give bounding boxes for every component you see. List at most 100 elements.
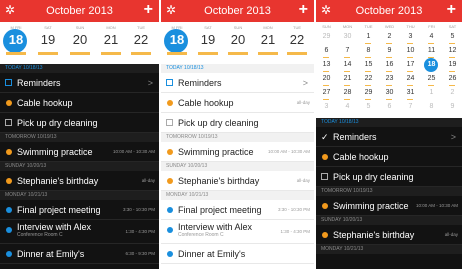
day-cell[interactable]: MON 21	[253, 22, 283, 64]
event-row[interactable]: Dinner at Emily's 6:30 - 9:30 PM	[0, 244, 159, 264]
event-row[interactable]: Cable hookup all-day	[161, 93, 314, 113]
day-number: 17	[406, 61, 415, 68]
event-row[interactable]: Stephanie's birthday all-day	[0, 171, 159, 191]
event-title: Interview with Alex	[178, 222, 253, 232]
month-day-selected[interactable]: 18	[421, 58, 442, 74]
month-day[interactable]: 26	[442, 74, 462, 88]
month-day[interactable]: 1	[358, 32, 379, 46]
month-day[interactable]: 29	[316, 32, 337, 46]
weekday-label: SUN	[233, 25, 243, 30]
month-day[interactable]: 5	[442, 32, 462, 46]
day-cell[interactable]: TUE 22	[126, 22, 156, 64]
month-day[interactable]: 28	[337, 88, 358, 102]
day-number: 6	[324, 47, 329, 54]
month-day[interactable]: 19	[442, 60, 462, 74]
month-day[interactable]: 3	[400, 32, 421, 46]
month-day[interactable]: 8	[421, 102, 442, 116]
event-row[interactable]: Cable hookup	[0, 93, 159, 113]
month-day[interactable]: 20	[316, 74, 337, 88]
day-cell-selected[interactable]: M FRI 18	[1, 22, 31, 64]
month-day[interactable]: 22	[358, 74, 379, 88]
month-day[interactable]: 14	[337, 60, 358, 74]
checkbox-icon[interactable]	[5, 119, 12, 126]
reminder-row[interactable]: Pick up dry cleaning	[316, 167, 462, 187]
event-title: Stephanie's birthday	[333, 230, 415, 240]
month-day[interactable]: 13	[316, 60, 337, 74]
day-cell-selected[interactable]: M FRI 18	[162, 22, 192, 64]
month-day[interactable]: 6	[379, 102, 400, 116]
busy-tick	[365, 85, 371, 86]
event-row[interactable]: Stephanie's birthday all-day	[316, 225, 462, 245]
month-day[interactable]: 16	[379, 60, 400, 74]
month-day[interactable]: 23	[379, 74, 400, 88]
day-number: 5	[450, 33, 455, 40]
month-day[interactable]: 3	[316, 102, 337, 116]
day-cell[interactable]: SUN 20	[65, 22, 95, 64]
event-time: 1:30 - 4:30 PM	[125, 229, 155, 234]
checkbox-icon	[166, 79, 173, 86]
month-day[interactable]: 4	[337, 102, 358, 116]
event-row[interactable]: Swimming practice 10:00 AM - 10:30 AM	[316, 196, 462, 216]
month-day[interactable]: 5	[358, 102, 379, 116]
month-day[interactable]: 8	[358, 46, 379, 60]
weekday-label: SAT	[448, 24, 457, 29]
reminders-row[interactable]: Reminders >	[161, 73, 314, 93]
month-day[interactable]: 21	[337, 74, 358, 88]
month-day[interactable]: 2	[379, 32, 400, 46]
event-row[interactable]: Final project meeting 3:30 - 10:30 PM	[161, 200, 314, 220]
agenda-list: TODAY 10/18/13 Reminders > Cable hookup al…	[161, 64, 314, 269]
month-day[interactable]: 12	[442, 46, 462, 60]
month-day[interactable]: 7	[337, 46, 358, 60]
month-day[interactable]: 7	[400, 102, 421, 116]
month-day[interactable]: 29	[358, 88, 379, 102]
plus-icon[interactable]: +	[299, 1, 308, 19]
event-row[interactable]: Interview with Alex Conference Room C 1:30…	[0, 220, 159, 244]
month-day[interactable]: 30	[337, 32, 358, 46]
event-row[interactable]: Interview with Alex Conference Room C 1:30…	[161, 220, 314, 244]
month-day[interactable]: 25	[421, 74, 442, 88]
section-header-monday: MONDAY 10/21/13	[0, 191, 159, 200]
month-day[interactable]: 4	[421, 32, 442, 46]
reminder-row[interactable]: Pick up dry cleaning	[0, 113, 159, 133]
event-row[interactable]: Dinner at Emily's	[161, 244, 314, 264]
plus-icon[interactable]: +	[447, 1, 456, 19]
checkbox-icon[interactable]	[321, 173, 328, 180]
day-cell[interactable]: SAT 19	[193, 22, 223, 64]
reminders-row[interactable]: Reminders >	[0, 73, 159, 93]
day-cell[interactable]: TUE 22	[282, 22, 312, 64]
top-bar: ✲ October 2013 +	[316, 0, 462, 22]
month-day[interactable]: 9	[379, 46, 400, 60]
event-row[interactable]: Cable hookup	[316, 147, 462, 167]
month-day[interactable]: 27	[316, 88, 337, 102]
month-day[interactable]: 24	[400, 74, 421, 88]
event-row[interactable]: Stephanie's birthday all-day	[161, 171, 314, 191]
event-time: 6:30 - 9:30 PM	[125, 251, 155, 256]
weekday-label: TUE	[364, 24, 373, 29]
month-day[interactable]: 2	[442, 88, 462, 102]
month-day[interactable]: 17	[400, 60, 421, 74]
plus-icon[interactable]: +	[144, 1, 153, 19]
section-header-tomorrow: TOMORROW 10/19/13	[0, 133, 159, 142]
month-day[interactable]: 31	[400, 88, 421, 102]
month-title[interactable]: October 2013	[161, 4, 314, 18]
month-day[interactable]: 6	[316, 46, 337, 60]
month-day[interactable]: 1	[421, 88, 442, 102]
event-row[interactable]: Final project meeting 3:30 - 10:30 PM	[0, 200, 159, 220]
checkbox-icon[interactable]	[166, 119, 173, 126]
reminder-title: Pick up dry cleaning	[178, 118, 259, 128]
month-day[interactable]: 9	[442, 102, 462, 116]
reminders-row[interactable]: ✓ Reminders >	[316, 127, 462, 147]
agenda-list: TODAY 10/18/13 ✓ Reminders > Cable hookup …	[316, 118, 462, 269]
month-title[interactable]: October 2013	[316, 4, 462, 18]
month-day[interactable]: 10	[400, 46, 421, 60]
day-cell[interactable]: SUN 20	[223, 22, 253, 64]
event-row[interactable]: Swimming practice 10:00 AM - 10:30 AM	[161, 142, 314, 162]
month-day[interactable]: 15	[358, 60, 379, 74]
event-row[interactable]: Swimming practice 10:00 AM - 10:30 AM	[0, 142, 159, 162]
month-day[interactable]: 30	[379, 88, 400, 102]
busy-bar	[198, 52, 218, 55]
month-title[interactable]: October 2013	[0, 4, 159, 18]
reminder-row[interactable]: Pick up dry cleaning	[161, 113, 314, 133]
day-cell[interactable]: MON 21	[96, 22, 126, 64]
day-cell[interactable]: SAT 19	[33, 22, 63, 64]
